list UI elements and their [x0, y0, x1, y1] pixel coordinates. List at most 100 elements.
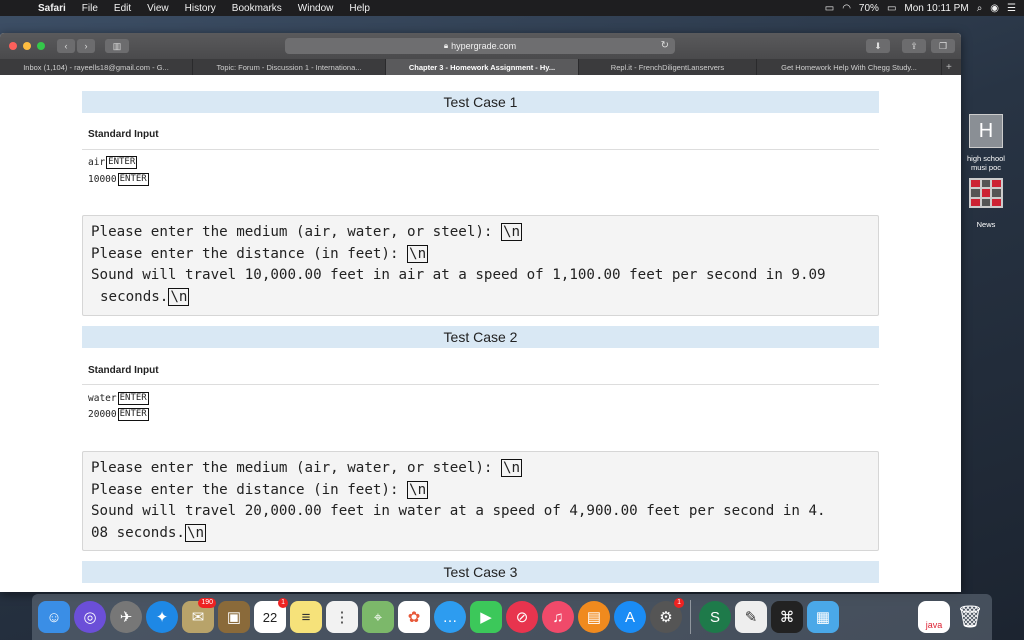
expected-output-box: Please enter the medium (air, water, or … — [82, 451, 879, 551]
show-tabs-icon[interactable]: ❐ — [931, 39, 955, 53]
dock-separator — [690, 600, 691, 634]
reminders-icon[interactable]: ⋮ — [326, 601, 358, 633]
menu-view[interactable]: View — [139, 3, 177, 14]
back-button[interactable]: ‹ — [57, 39, 75, 53]
java-file-label: java — [925, 620, 943, 630]
divider — [82, 384, 879, 385]
menu-file[interactable]: File — [74, 3, 106, 14]
music-icon[interactable]: ♫ — [542, 601, 574, 633]
tab-inbox[interactable]: Inbox (1,104) - rayeells18@gmail.com - G… — [0, 59, 193, 75]
zoom-window-button[interactable] — [37, 42, 45, 50]
app-store-badge: 1 — [674, 598, 684, 608]
enter-key-marker: ENTER — [117, 392, 149, 405]
share-icon[interactable]: ⇪ — [902, 39, 926, 53]
new-tab-button[interactable]: + — [942, 59, 961, 75]
calendar-day: 22 — [262, 609, 278, 625]
input-line: air ENTER — [88, 156, 138, 169]
clock[interactable]: Mon 10:11 PM — [904, 3, 968, 14]
app-s-icon[interactable]: S — [699, 601, 731, 633]
input-line: 20000 ENTER — [88, 408, 149, 421]
tab-chegg[interactable]: Get Homework Help With Chegg Study... — [757, 59, 942, 75]
newline-marker: \n — [501, 459, 523, 477]
minimize-window-button[interactable] — [23, 42, 31, 50]
input-value: 20000 — [88, 409, 117, 420]
tab-forum[interactable]: Topic: Forum - Discussion 1 - Internatio… — [193, 59, 386, 75]
mail-icon[interactable]: ✉ 190 — [182, 598, 216, 633]
wifi-icon[interactable]: ◠ — [842, 3, 851, 14]
menu-edit[interactable]: Edit — [106, 3, 139, 14]
menu-app-name[interactable]: Safari — [30, 3, 74, 14]
reload-icon[interactable]: ↻ — [661, 40, 669, 51]
menu-bookmarks[interactable]: Bookmarks — [224, 3, 290, 14]
sidebar-toggle-icon[interactable]: ▥ — [105, 39, 129, 53]
input-line: 10000 ENTER — [88, 173, 149, 186]
newline-marker: \n — [168, 287, 190, 306]
newline-marker: \n — [407, 244, 429, 263]
trash-icon[interactable]: 🗑︎ — [954, 601, 986, 633]
window-controls — [9, 42, 45, 50]
dock: ☺ ◎ ✈ ✦ ✉ 190 ▣ 22 1 ≡ ⋮ ⌖ ✿ … ▶ ⊘ ♫ ▤ A ⚙… — [32, 594, 992, 640]
tab-replit[interactable]: Repl.it - FrenchDiligentLanservers — [579, 59, 757, 75]
address-bar[interactable]: 🔒︎ hypergrade.com ↻ — [285, 38, 675, 54]
calendar-badge: 1 — [278, 598, 288, 608]
spotlight-icon[interactable]: ⌕ — [977, 3, 983, 14]
news-app-icon[interactable]: ⊘ — [506, 601, 538, 633]
forward-button[interactable]: › — [77, 39, 95, 53]
enter-key-marker: ENTER — [106, 156, 138, 169]
menu-history[interactable]: History — [177, 3, 224, 14]
menu-bar: Safari File Edit View History Bookmarks … — [0, 0, 1024, 16]
safari-icon[interactable]: ✦ — [146, 601, 178, 633]
maps-icon[interactable]: ⌖ — [362, 601, 394, 633]
enter-key-marker: ENTER — [117, 408, 149, 421]
facetime-icon[interactable]: ▶ — [470, 601, 502, 633]
siri-icon[interactable]: ◎ — [74, 601, 106, 633]
battery-icon[interactable]: ▭ — [887, 3, 896, 14]
input-value: air — [88, 157, 106, 168]
output-line: Please enter the distance (in feet): — [91, 481, 408, 498]
menu-window[interactable]: Window — [290, 3, 342, 14]
finder-icon[interactable]: ☺ — [38, 601, 70, 633]
photos-icon[interactable]: ✿ — [398, 601, 430, 633]
preview-icon[interactable]: ▦ — [807, 601, 839, 633]
expected-output-box: Please enter the medium (air, water, or … — [82, 215, 879, 316]
close-window-button[interactable] — [9, 42, 17, 50]
news-label: News — [976, 220, 996, 229]
siri-icon[interactable]: ◉ — [990, 3, 999, 14]
downloads-icon[interactable]: ⬇ — [866, 39, 890, 53]
messages-icon[interactable]: … — [434, 601, 466, 633]
news-grid-icon[interactable] — [969, 178, 1003, 208]
output-line: Please enter the distance (in feet): — [91, 245, 408, 262]
books-icon[interactable]: ▤ — [578, 601, 610, 633]
output-line: seconds. — [100, 288, 169, 305]
app-store-icon[interactable]: A — [614, 601, 646, 633]
input-value: 10000 — [88, 174, 117, 185]
menu-help[interactable]: Help — [341, 3, 378, 14]
system-preferences-icon[interactable]: ⚙ 1 — [650, 598, 684, 633]
h-icon[interactable]: H — [969, 114, 1003, 148]
launchpad-icon[interactable]: ✈ — [110, 601, 142, 633]
newline-marker: \n — [501, 223, 523, 241]
widget-caption: high school musi poc — [967, 154, 1005, 172]
output-line: 08 seconds. — [91, 524, 185, 541]
enter-key-marker: ENTER — [117, 173, 149, 186]
java-file-icon[interactable]: java — [918, 601, 950, 633]
textedit-icon[interactable]: ✎ — [735, 601, 767, 633]
standard-input-label: Standard Input — [88, 129, 159, 140]
safari-window: ‹ › ▥ 🔒︎ hypergrade.com ↻ ⬇ ⇪ ❐ Inbox (1… — [0, 33, 961, 592]
notes-icon[interactable]: ≡ — [290, 601, 322, 633]
contacts-icon[interactable]: ▣ — [218, 601, 250, 633]
tab-homework-assignment[interactable]: Chapter 3 - Homework Assignment - Hy... — [386, 59, 579, 75]
input-value: water — [88, 393, 117, 404]
test-case-1-header: Test Case 1 — [82, 91, 879, 113]
test-case-3-header: Test Case 3 — [82, 561, 879, 583]
url-text: hypergrade.com — [451, 41, 517, 51]
input-line: water ENTER — [88, 392, 149, 405]
notification-center-icon[interactable]: ☰ — [1007, 3, 1016, 14]
browser-toolbar: ‹ › ▥ 🔒︎ hypergrade.com ↻ ⬇ ⇪ ❐ — [0, 33, 961, 59]
output-line: Sound will travel 20,000.00 feet in wate… — [91, 503, 826, 519]
calendar-icon[interactable]: 22 1 — [254, 598, 288, 633]
script-editor-icon[interactable]: ⌘ — [771, 601, 803, 633]
battery-percent[interactable]: 70% — [859, 3, 879, 14]
desktop-widget[interactable]: H high school musi poc News — [963, 114, 1009, 229]
airplay-icon[interactable]: ▭ — [825, 3, 834, 14]
